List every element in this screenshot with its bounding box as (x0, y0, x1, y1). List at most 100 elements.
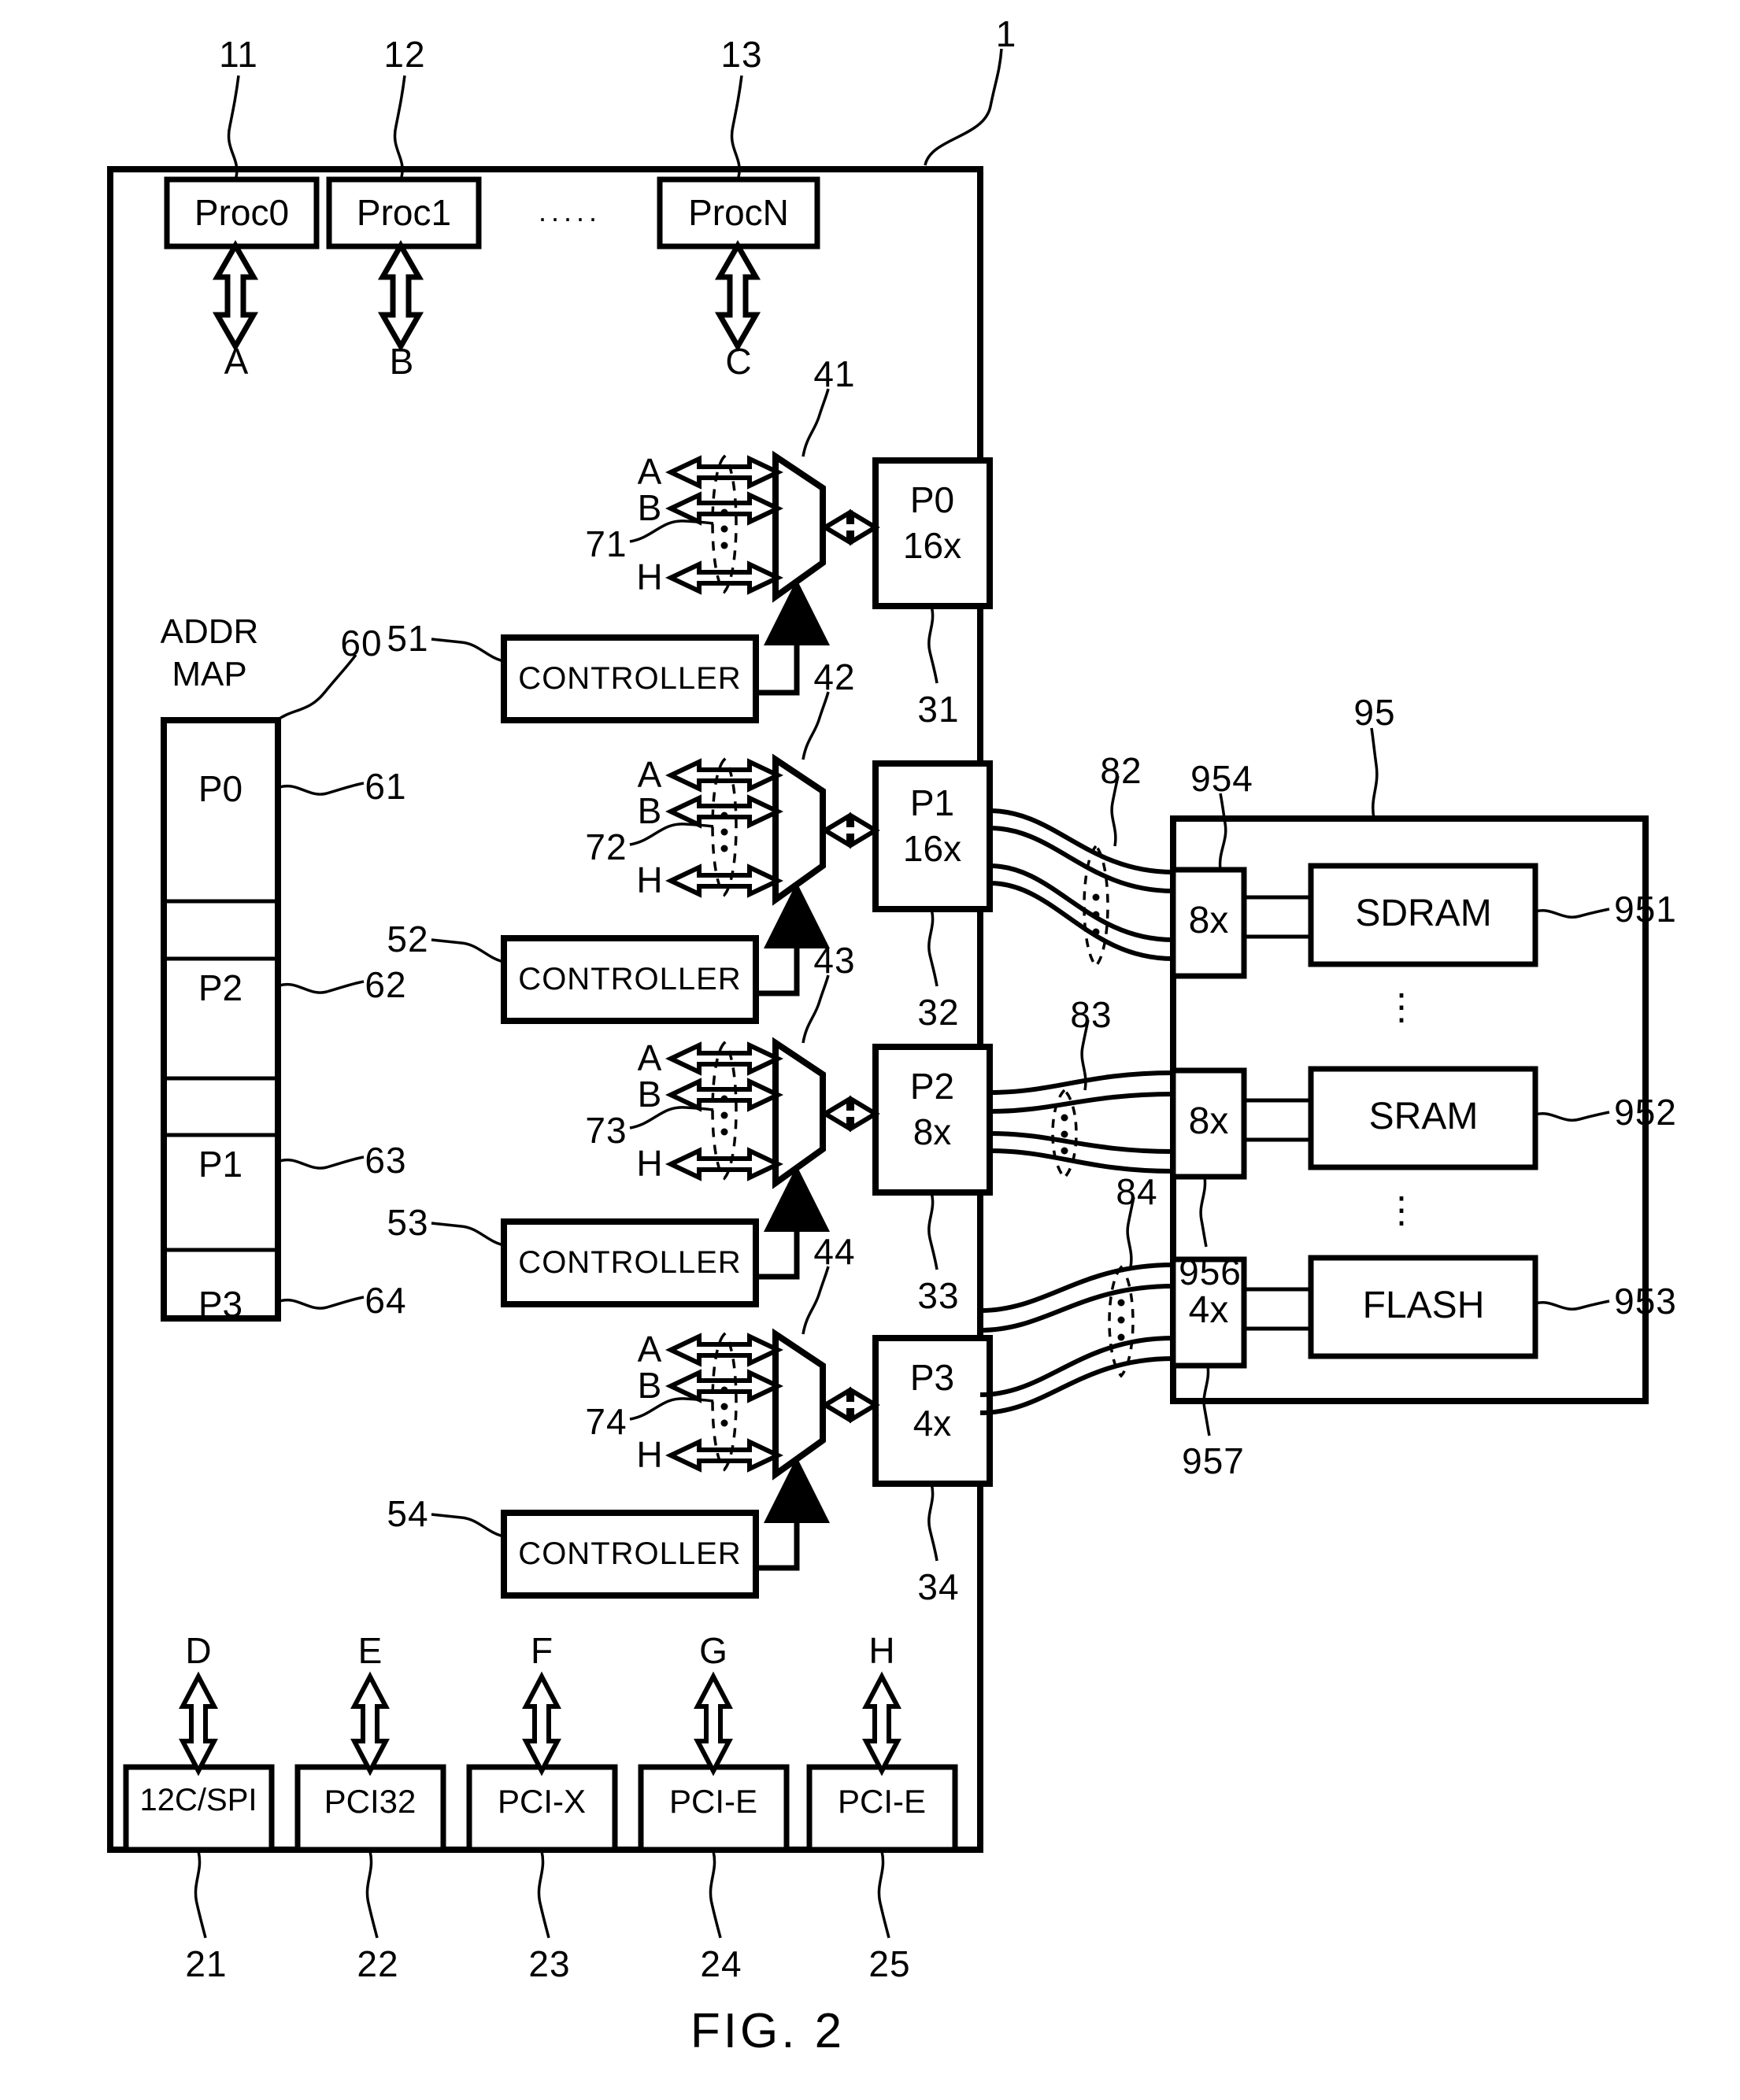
bus-bundle-ellipse-82 (1083, 844, 1109, 968)
leader-line-51 (431, 638, 505, 663)
ref-label-sdram: 951 (1614, 889, 1677, 930)
leader-line-54 (431, 1513, 505, 1538)
ref-label-controller-52: 52 (387, 919, 429, 959)
port-label-34-line1: P3 (909, 1357, 955, 1398)
ref-label-io-22: 22 (357, 1943, 399, 1984)
mux-trapezoid-41 (772, 450, 826, 603)
signal-label-b-top: B (389, 341, 414, 382)
addr-map-row-label-4: P1 (198, 1144, 243, 1185)
memory-bank-label-sdram: SDRAM (1355, 893, 1492, 934)
leader-line-34 (927, 1483, 938, 1562)
processor-bus-arrows (212, 239, 761, 353)
figure-caption: FIG. 2 (690, 2004, 846, 2058)
leader-line-11 (227, 75, 240, 178)
ref-label-bundle-71: 71 (585, 523, 628, 564)
addr-map-row-label-2: P2 (198, 967, 243, 1008)
ref-label-addr-row-0: 61 (365, 766, 407, 807)
controller-label-53: CONTROLLER (518, 1245, 742, 1280)
port-label-31-line2: 16x (902, 525, 962, 566)
ref-label-mux-41: 41 (813, 353, 856, 394)
leader-line-1 (924, 48, 1003, 166)
mux-input-label-44-h: H (636, 1434, 663, 1475)
controller-select-line-53 (756, 1166, 830, 1280)
ref-label-port-33: 33 (917, 1275, 960, 1316)
ref-label-bundle-72: 72 (585, 826, 628, 867)
mux-port-arrow-31 (820, 508, 880, 546)
leader-line-53 (431, 1222, 505, 1247)
ref-label-addr-row-6: 64 (365, 1280, 407, 1321)
ref-label-io-25: 25 (868, 1943, 911, 1984)
io-signal-label-g: G (699, 1630, 727, 1671)
ref-label-controller-51: 51 (387, 618, 429, 659)
ref-label-controller-54: 54 (387, 1493, 429, 1534)
io-port-label-25: PCI-E (837, 1783, 927, 1820)
processor-label-0: Proc0 (194, 192, 290, 233)
leader-line-95 (1370, 727, 1379, 819)
io-port-label-24: PCI-E (668, 1783, 758, 1820)
memory-bank-label-sram: SRAM (1368, 1096, 1479, 1137)
controller-label-51: CONTROLLER (518, 661, 742, 696)
mux-input-label-43-b: B (637, 1074, 662, 1115)
port-label-34-line2: 4x (913, 1403, 952, 1444)
bus-bundle-83 (989, 1070, 1174, 1174)
leader-line-12 (393, 75, 406, 178)
mux-input-label-41-h: H (636, 556, 663, 597)
ref-label-addr-row-4: 63 (365, 1140, 407, 1181)
addr-map-title-line1: ADDR (160, 612, 259, 651)
processor-label-1: Proc1 (356, 192, 452, 233)
leader-line-60 (276, 653, 357, 722)
mux-input-label-42-h: H (636, 860, 663, 900)
ref-label-width-956: 956 (1179, 1251, 1242, 1292)
leader-line-41 (802, 388, 830, 457)
addr-map-title-line2: MAP (172, 655, 247, 693)
mux-port-arrow-33 (820, 1095, 880, 1133)
mux-input-label-44-b: B (637, 1365, 662, 1406)
leader-line-63 (279, 1155, 365, 1170)
leader-line-61 (279, 782, 365, 796)
ref-label-mux-43: 43 (813, 940, 856, 981)
io-signal-label-f: F (530, 1630, 553, 1671)
ref-label-bundle-83: 83 (1070, 994, 1112, 1035)
patent-figure-canvas: 1 11 12 13 Proc0 Proc1 ProcN . . . . . A… (0, 0, 1740, 2100)
ref-label-io-23: 23 (528, 1943, 571, 1984)
bus-bundle-82 (989, 808, 1174, 961)
mux-input-label-41-b: B (637, 487, 662, 528)
leader-line-44 (802, 1266, 830, 1335)
ref-label-bundle-82: 82 (1100, 750, 1142, 791)
addr-map-table (161, 717, 281, 1322)
memory-width-label-954: 8x (1188, 900, 1229, 941)
controller-label-54: CONTROLLER (518, 1536, 742, 1571)
bus-bundle-84 (979, 1263, 1174, 1415)
io-port-label-22: PCI32 (324, 1783, 416, 1820)
addr-map-row-label-0: P0 (198, 768, 243, 809)
io-bus-arrows (179, 1671, 901, 1776)
ref-label-flash: 953 (1614, 1281, 1677, 1322)
ref-label-port-34: 34 (917, 1566, 960, 1607)
ref-label-bundle-84: 84 (1116, 1171, 1158, 1212)
mux-trapezoid-42 (772, 753, 826, 906)
processor-ellipsis: . . . . . (538, 195, 597, 227)
controller-label-52: CONTROLLER (518, 962, 742, 996)
ref-label-addr-map: 60 (340, 623, 383, 664)
leader-line-62 (279, 980, 365, 994)
leader-line-64 (279, 1296, 365, 1310)
port-label-32-line1: P1 (909, 782, 955, 823)
io-leader-lines (194, 1850, 890, 1939)
ref-label-controller-53: 53 (387, 1202, 429, 1243)
leader-line-31 (927, 605, 938, 684)
leader-line-33 (927, 1192, 938, 1270)
mux-port-arrow-32 (820, 812, 880, 849)
controller-select-line-54 (756, 1457, 830, 1571)
ref-label-width-957: 957 (1182, 1440, 1245, 1481)
io-signal-label-h: H (868, 1630, 895, 1671)
ref-label-system: 1 (995, 13, 1017, 54)
ref-label-mux-44: 44 (813, 1231, 856, 1272)
port-label-32-line2: 16x (902, 828, 962, 869)
mux-port-arrow-34 (820, 1386, 880, 1424)
ref-label-mux-42: 42 (813, 656, 856, 697)
leader-line-32 (927, 908, 938, 987)
mux-trapezoid-44 (772, 1328, 826, 1481)
io-port-label-21: 12C/SPI (139, 1783, 257, 1817)
controller-select-line-51 (756, 579, 830, 696)
memory-bank-label-flash: FLASH (1362, 1285, 1485, 1326)
